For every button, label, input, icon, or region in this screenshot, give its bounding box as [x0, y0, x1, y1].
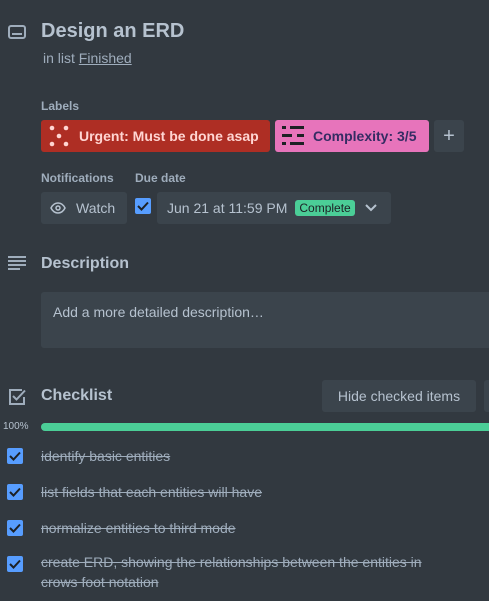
card-icon: [8, 25, 26, 39]
checkmark-icon: [9, 487, 21, 497]
checklist-item-checkbox[interactable]: [7, 448, 23, 464]
due-date-heading: Due date: [135, 171, 186, 185]
due-date-value: Jun 21 at 11:59 PM: [167, 200, 288, 216]
checklist-item-text[interactable]: list fields that each entities will have: [41, 482, 461, 502]
checkmark-icon: [137, 201, 149, 211]
hide-checked-items-button[interactable]: Hide checked items: [322, 380, 476, 412]
checklist-item-text[interactable]: normalize entities to third mode: [41, 518, 461, 538]
progress-percent: 100%: [3, 421, 29, 432]
checklist-heading: Checklist: [41, 387, 113, 404]
checklist-item-text[interactable]: identify basic entities: [41, 446, 461, 466]
description-input[interactable]: Add a more detailed description…: [41, 292, 489, 348]
complete-badge: Complete: [295, 200, 355, 216]
due-date-checkbox[interactable]: [135, 198, 151, 214]
checklist-item-checkbox[interactable]: [7, 520, 23, 536]
watch-button[interactable]: Watch: [41, 192, 127, 224]
description-heading: Description: [41, 255, 130, 272]
labels-heading: Labels: [41, 99, 80, 113]
in-list-prefix: in list: [43, 50, 75, 66]
label-urgent[interactable]: Urgent: Must be done asap: [41, 120, 270, 152]
card-title[interactable]: Design an ERD: [41, 20, 184, 43]
list-name-link[interactable]: Finished: [79, 50, 132, 66]
eye-icon: [50, 202, 66, 214]
label-urgent-text: Urgent: Must be done asap: [79, 128, 259, 144]
checkmark-icon: [9, 451, 21, 461]
progress-fill: [41, 423, 489, 431]
dashes-pattern-icon: [282, 126, 304, 145]
watch-label: Watch: [76, 200, 116, 216]
checklist-item-checkbox[interactable]: [7, 484, 23, 500]
notifications-heading: Notifications: [41, 171, 114, 185]
checklist-item-checkbox[interactable]: [7, 556, 23, 572]
description-icon: [8, 256, 26, 270]
label-complexity[interactable]: Complexity: 3/5: [275, 120, 429, 152]
label-complexity-text: Complexity: 3/5: [313, 128, 417, 144]
in-list-text: in list Finished: [43, 50, 132, 66]
delete-checklist-button[interactable]: [484, 380, 489, 412]
checklist-item-text[interactable]: create ERD, showing the relationships be…: [41, 552, 461, 592]
checkmark-icon: [9, 559, 21, 569]
checklist-icon: [9, 389, 26, 405]
progress-bar: [41, 423, 489, 431]
add-label-button[interactable]: +: [434, 120, 464, 152]
due-date-button[interactable]: Jun 21 at 11:59 PM Complete: [157, 192, 391, 224]
checkmark-icon: [9, 523, 21, 533]
chevron-down-icon: [365, 204, 377, 212]
dots-pattern-icon: [49, 125, 69, 147]
